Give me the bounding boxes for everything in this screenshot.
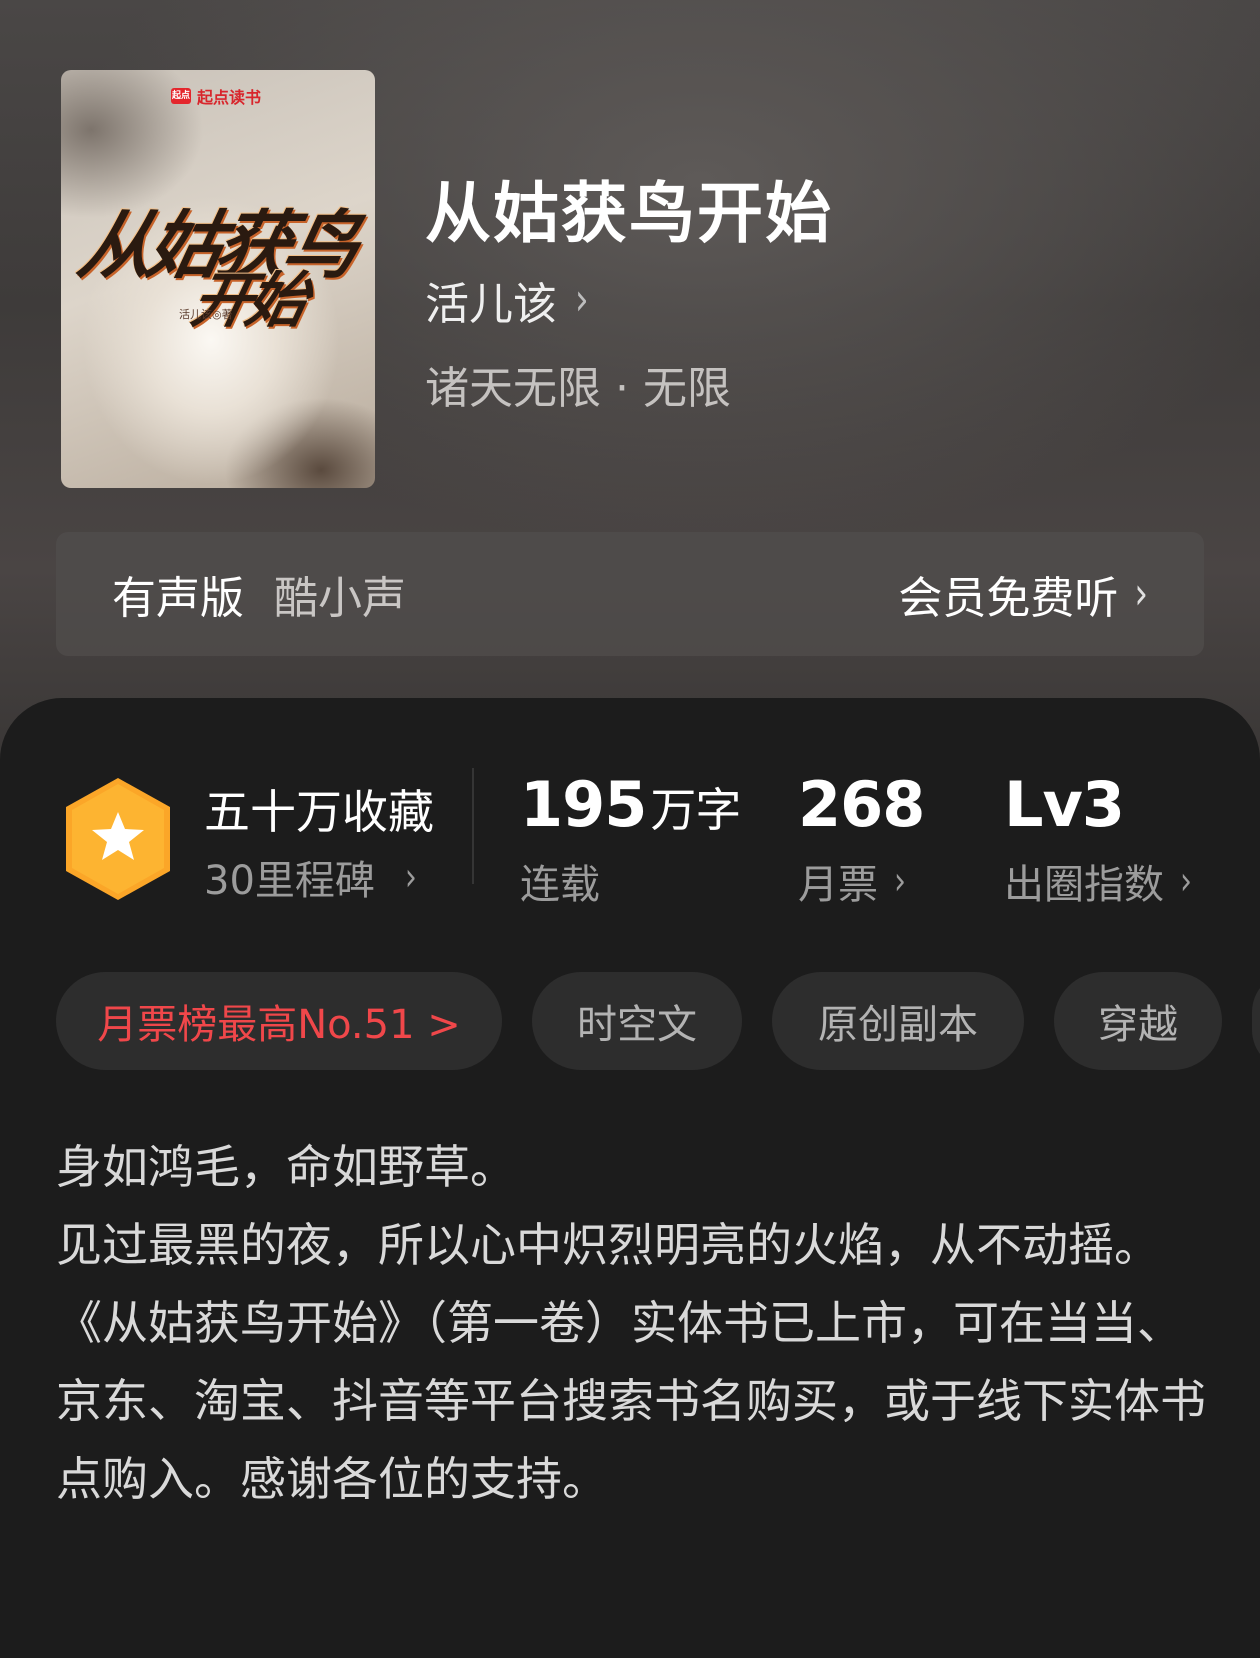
chevron-right-icon: › xyxy=(404,854,417,900)
cover-author-credit: 活儿该◎著 xyxy=(179,308,233,321)
tag-chip[interactable]: 原创副本 xyxy=(772,972,1024,1070)
qidian-logo-icon: 起点 xyxy=(171,88,191,104)
word-count: 195万字 xyxy=(520,768,741,841)
tag-chip[interactable]: 穿越 xyxy=(1054,972,1222,1070)
chevron-right-icon: › xyxy=(894,858,906,904)
rank-tag[interactable]: 月票榜最高No.51 > xyxy=(56,972,502,1070)
cover-title-line2: 开始 xyxy=(185,266,309,336)
audiobook-label: 有声版 xyxy=(112,573,244,624)
popularity-index-link[interactable]: 出圈指数 › xyxy=(1004,852,1192,910)
chevron-right-icon: › xyxy=(575,274,589,326)
tag-chip[interactable]: 时空文 xyxy=(532,972,742,1070)
member-free-listen-label: 会员免费听 xyxy=(898,573,1119,624)
author-name: 活儿该 xyxy=(425,279,557,330)
word-count-value: 195 xyxy=(520,768,647,841)
favorites-milestone-link[interactable]: 30里程碑 › xyxy=(204,848,417,906)
stats-divider xyxy=(472,768,474,884)
book-cover[interactable]: 起点 起点读书 从姑获鸟 开始 活儿该◎著 xyxy=(61,70,375,488)
popularity-index-label: 出圈指数 xyxy=(1004,862,1164,908)
chevron-right-icon: › xyxy=(1180,858,1192,904)
audiobook-narrator: 酷小声 xyxy=(274,573,406,624)
serial-status: 连载 xyxy=(520,852,600,910)
favorites-milestone-title: 五十万收藏 xyxy=(204,785,434,839)
audiobook-bar[interactable]: 有声版 酷小声 会员免费听 › xyxy=(56,532,1204,656)
book-synopsis[interactable]: 身如鸿毛，命如野草。 见过最黑的夜，所以心中炽烈明亮的火焰，从不动摇。 《从姑获… xyxy=(56,1128,1216,1518)
cover-brand: 起点 起点读书 xyxy=(171,84,261,108)
tag-row: 月票榜最高No.51 > 时空文 原创副本 穿越 xyxy=(56,972,1260,1070)
word-count-unit: 万字 xyxy=(650,783,741,837)
tag-chip-partial[interactable] xyxy=(1252,972,1260,1070)
author-link[interactable]: 活儿该 › xyxy=(425,268,589,332)
book-category: 诸天无限 · 无限 xyxy=(425,363,731,414)
member-free-listen-button[interactable]: 会员免费听 › xyxy=(898,562,1148,626)
cover-brand-text: 起点读书 xyxy=(197,88,262,107)
monthly-tickets-value: 268 xyxy=(798,768,925,841)
star-badge-icon xyxy=(66,778,170,900)
popularity-level-value: Lv3 xyxy=(1004,768,1125,841)
chevron-right-icon: › xyxy=(1134,568,1148,620)
book-title: 从姑获鸟开始 xyxy=(425,174,833,252)
monthly-tickets-link[interactable]: 月票 › xyxy=(798,852,906,910)
monthly-tickets-label: 月票 xyxy=(798,862,878,908)
synopsis-paragraph: 《从姑获鸟开始》（第一卷）实体书已上市，可在当当、京东、淘宝、抖音等平台搜索书名… xyxy=(56,1296,1206,1506)
synopsis-paragraph: 见过最黑的夜，所以心中炽烈明亮的火焰，从不动摇。 xyxy=(56,1218,1160,1272)
synopsis-paragraph: 身如鸿毛，命如野草。 xyxy=(56,1140,516,1194)
favorites-milestone-sub: 30里程碑 xyxy=(204,858,375,904)
serial-status-label: 连载 xyxy=(520,862,600,908)
